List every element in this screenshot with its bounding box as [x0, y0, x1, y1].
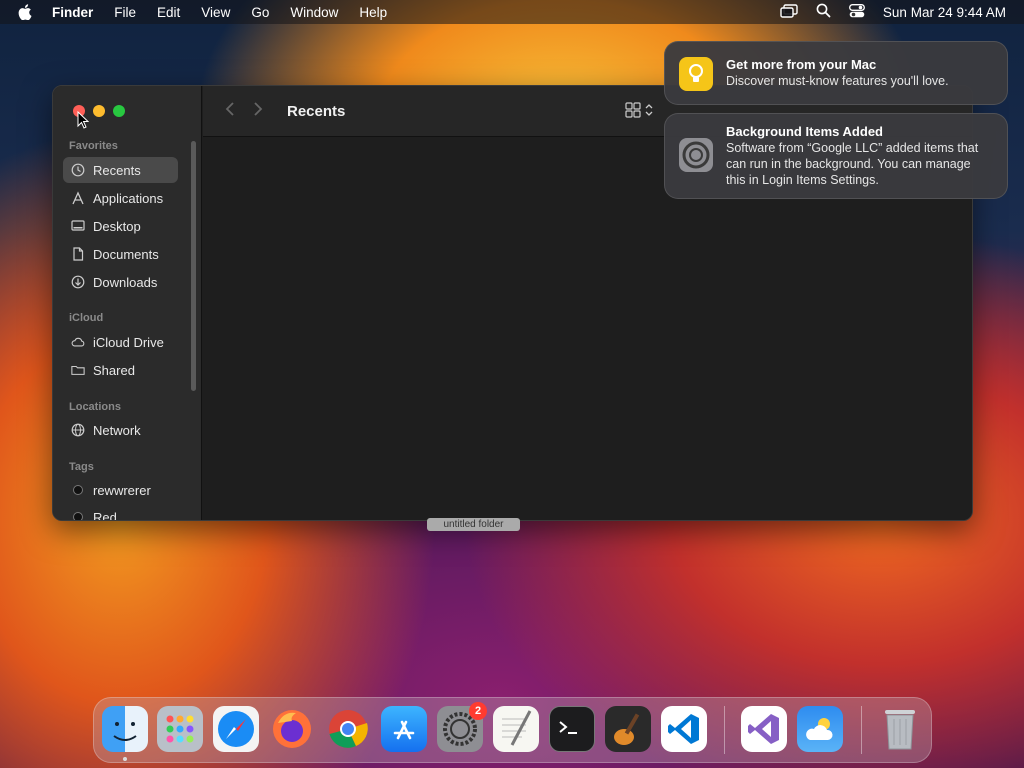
safari-icon[interactable]: [213, 706, 259, 752]
forward-button[interactable]: [253, 101, 263, 122]
sidebar-item-tag-red[interactable]: Red: [63, 504, 178, 521]
notification-badge: 2: [469, 702, 487, 720]
dock: 2: [93, 697, 932, 763]
sidebar-item-tag-rewwrerer[interactable]: rewwrerer: [63, 477, 178, 503]
control-center-icon[interactable]: [848, 3, 865, 21]
sidebar-item-applications[interactable]: Applications: [63, 185, 178, 211]
sidebar-item-label: Documents: [93, 246, 159, 262]
minimize-window-button[interactable]: [93, 105, 105, 117]
finder-sidebar: Favorites Recents Applications Desktop D…: [53, 86, 202, 520]
shared-folder-icon: [71, 363, 85, 377]
back-button[interactable]: [225, 101, 235, 122]
weather-icon[interactable]: [797, 706, 843, 752]
desktop-folder-label[interactable]: untitled folder: [427, 518, 520, 531]
applications-icon: [71, 191, 85, 205]
menu-go[interactable]: Go: [251, 5, 269, 20]
sidebar-item-shared[interactable]: Shared: [63, 357, 178, 383]
settings-app-icon: [679, 138, 713, 172]
sidebar-item-label: Recents: [93, 162, 141, 178]
sidebar-item-label: Applications: [93, 190, 164, 206]
menu-edit[interactable]: Edit: [157, 5, 180, 20]
cloud-icon: [71, 335, 85, 349]
tag-color-dot: [73, 512, 83, 520]
menu-bar: Finder File Edit View Go Window Help Sun…: [0, 0, 1024, 24]
chrome-icon[interactable]: [325, 706, 371, 752]
dock-separator: [861, 706, 862, 754]
tips-app-icon: [679, 57, 713, 91]
vscode-icon[interactable]: [661, 706, 707, 752]
trash-icon[interactable]: [877, 706, 923, 752]
notification-body: Discover must-know features you'll love.: [726, 74, 949, 88]
menu-window[interactable]: Window: [290, 5, 338, 20]
notification-title: Get more from your Mac: [726, 57, 877, 72]
view-mode-button[interactable]: [625, 102, 653, 123]
screen-mirroring-icon[interactable]: [780, 3, 798, 21]
launchpad-icon[interactable]: [157, 706, 203, 752]
notification-body: Software from “Google LLC” added items t…: [726, 141, 979, 187]
garageband-icon[interactable]: [605, 706, 651, 752]
firefox-icon[interactable]: [269, 706, 315, 752]
menu-help[interactable]: Help: [359, 5, 387, 20]
notification-title: Background Items Added: [726, 124, 883, 139]
globe-icon: [71, 423, 85, 437]
sidebar-item-label: iCloud Drive: [93, 334, 164, 350]
window-title: Recents: [287, 102, 346, 120]
menu-bar-clock[interactable]: Sun Mar 24 9:44 AM: [883, 5, 1006, 20]
search-icon[interactable]: [816, 3, 831, 21]
textedit-icon[interactable]: [493, 706, 539, 752]
sidebar-section-icloud: iCloud: [69, 312, 104, 324]
sidebar-section-favorites: Favorites: [69, 140, 118, 152]
dock-separator: [724, 706, 725, 754]
sidebar-item-documents[interactable]: Documents: [63, 241, 178, 267]
sidebar-item-label: rewwrerer: [93, 482, 151, 498]
chevron-up-down-icon: [645, 103, 653, 122]
finder-icon[interactable]: [102, 706, 148, 752]
document-icon: [71, 247, 85, 261]
sidebar-item-label: Shared: [93, 362, 135, 378]
sidebar-item-icloud-drive[interactable]: iCloud Drive: [63, 329, 178, 355]
apple-menu-icon[interactable]: [18, 4, 36, 20]
mouse-cursor-icon: [77, 110, 90, 134]
sidebar-item-network[interactable]: Network: [63, 417, 178, 443]
sidebar-item-downloads[interactable]: Downloads: [63, 269, 178, 295]
sidebar-item-label: Network: [93, 422, 141, 438]
notification-tips[interactable]: Get more from your Mac Discover must-kno…: [664, 41, 1008, 105]
zoom-window-button[interactable]: [113, 105, 125, 117]
sidebar-item-label: Desktop: [93, 218, 141, 234]
tag-color-dot: [73, 485, 83, 495]
sidebar-scrollbar[interactable]: [191, 141, 196, 391]
sidebar-item-label: Red: [93, 509, 117, 521]
running-indicator: [123, 757, 127, 761]
sidebar-item-recents[interactable]: Recents: [63, 157, 178, 183]
terminal-icon[interactable]: [549, 706, 595, 752]
sidebar-section-locations: Locations: [69, 401, 121, 413]
download-icon: [71, 275, 85, 289]
notification-background-items[interactable]: Background Items Added Software from “Go…: [664, 113, 1008, 199]
menu-file[interactable]: File: [114, 5, 136, 20]
menu-view[interactable]: View: [201, 5, 230, 20]
clock-icon: [71, 163, 85, 177]
sidebar-section-tags: Tags: [69, 461, 94, 473]
visual-studio-icon[interactable]: [741, 706, 787, 752]
app-store-icon[interactable]: [381, 706, 427, 752]
sidebar-item-label: Downloads: [93, 274, 158, 290]
sidebar-item-desktop[interactable]: Desktop: [63, 213, 178, 239]
menu-finder[interactable]: Finder: [52, 5, 93, 20]
grid-view-icon: [625, 102, 641, 123]
desktop-icon: [71, 219, 85, 233]
